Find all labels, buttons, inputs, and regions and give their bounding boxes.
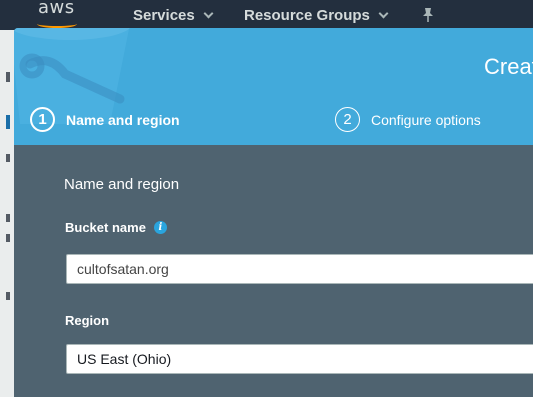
- background-link-fragment: [6, 115, 10, 129]
- bucket-name-label: Bucket name i: [65, 220, 167, 235]
- background-text-fragment: [6, 234, 10, 242]
- chevron-down-icon: [203, 8, 214, 19]
- step-configure-options[interactable]: 2 Configure options: [335, 107, 481, 132]
- pin-icon[interactable]: [421, 7, 435, 23]
- dialog-title: Create bucket: [484, 54, 533, 79]
- services-label: Services: [133, 7, 195, 24]
- services-menu[interactable]: Services: [133, 7, 214, 24]
- background-text-fragment: [6, 214, 10, 222]
- background-text-fragment: [6, 154, 10, 162]
- aws-logo-smile: [37, 20, 77, 28]
- step-number: 2: [335, 107, 360, 132]
- background-text-fragment: [6, 72, 10, 82]
- step-label: Name and region: [66, 111, 180, 128]
- dialog-header: Create bucket 1 Name and region 2 Config…: [14, 28, 533, 145]
- create-bucket-dialog: Create bucket 1 Name and region 2 Config…: [14, 28, 533, 397]
- step-number: 1: [30, 107, 55, 132]
- region-select[interactable]: US East (Ohio): [66, 344, 533, 374]
- chevron-down-icon: [378, 8, 389, 19]
- section-title: Name and region: [64, 176, 180, 193]
- resource-groups-label: Resource Groups: [244, 7, 370, 24]
- background-page: [0, 30, 14, 397]
- resource-groups-menu[interactable]: Resource Groups: [244, 7, 389, 24]
- bucket-name-input[interactable]: cultofsatan.org: [66, 254, 533, 284]
- region-label: Region: [65, 313, 109, 328]
- aws-logo[interactable]: aws: [38, 0, 75, 18]
- step-name-and-region[interactable]: 1 Name and region: [30, 107, 180, 132]
- step-label: Configure options: [371, 111, 481, 128]
- bucket-name-label-text: Bucket name: [65, 220, 146, 235]
- background-text-fragment: [6, 292, 10, 300]
- top-navigation-bar: aws Services Resource Groups: [0, 0, 533, 30]
- region-label-text: Region: [65, 313, 110, 328]
- info-icon[interactable]: i: [153, 221, 167, 234]
